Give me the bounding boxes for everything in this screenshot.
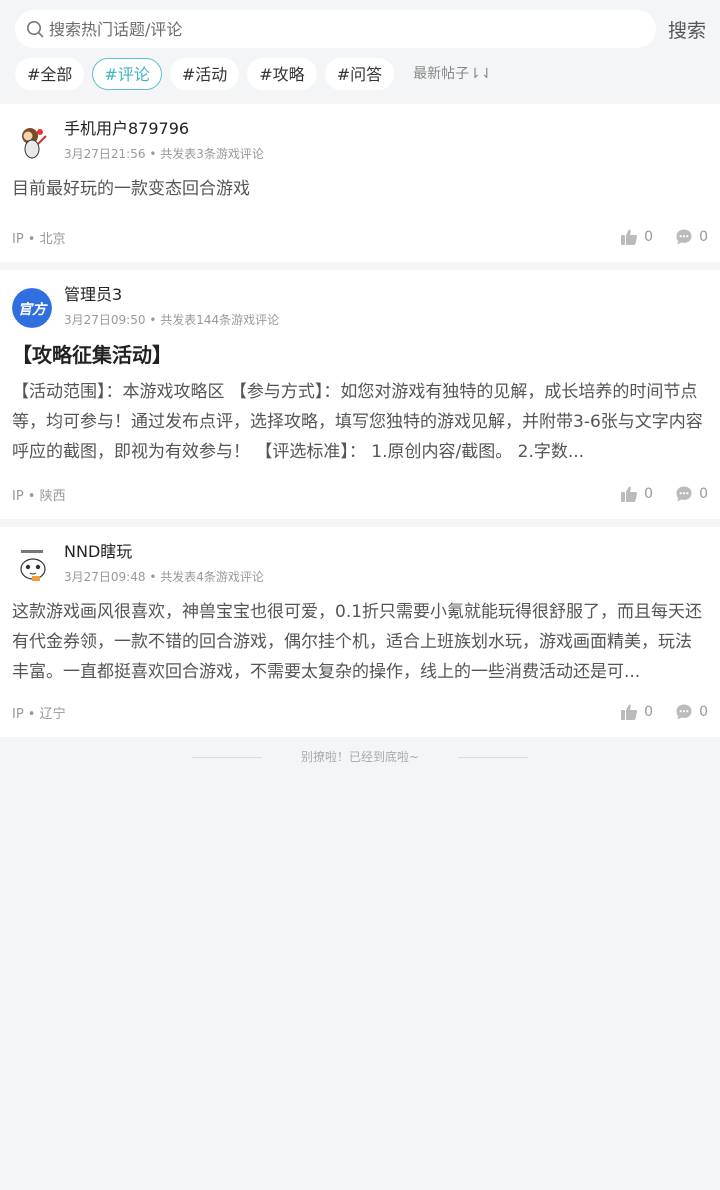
post-count: 共发表3条游戏评论 [160, 147, 264, 161]
like-count: 0 [644, 486, 654, 502]
comment-bubble-icon [676, 229, 692, 245]
comment-count: 0 [699, 704, 708, 720]
comment-button[interactable]: 0 [675, 485, 708, 503]
tag-qa[interactable]: #问答 [324, 58, 395, 90]
tag-filter-bar: #全部 #评论 #活动 #攻略 #问答 最新帖子⇂⇃ [15, 58, 493, 90]
search-bar[interactable] [15, 10, 656, 48]
post-time: 3月27日09:48 [64, 570, 146, 584]
avatar[interactable] [12, 122, 52, 162]
end-note-text: 别撩啦！已经到底啦~ [300, 750, 420, 764]
username[interactable]: NND瞎玩 [64, 541, 264, 563]
username[interactable]: 管理员3 [64, 284, 279, 306]
comment-count: 0 [699, 486, 708, 502]
tag-comments[interactable]: #评论 [92, 58, 162, 90]
post-text[interactable]: 【活动范围】：本游戏攻略区 【参与方式】：如您对游戏有独特的见解，成长培养的时间… [12, 377, 708, 467]
sort-latest-toggle[interactable]: 最新帖子⇂⇃ [413, 58, 492, 90]
end-of-list-note: 别撩啦！已经到底啦~ [0, 737, 720, 777]
post-time: 3月27日21:56 [64, 147, 146, 161]
comment-count: 0 [699, 229, 708, 245]
search-input[interactable] [49, 14, 609, 44]
post-card[interactable]: 手机用户879796 3月27日21:56 • 共发表3条游戏评论 目前最好玩的… [0, 104, 720, 262]
post-title[interactable]: 【攻略征集活动】 [12, 340, 708, 370]
comment-button[interactable]: 0 [675, 703, 708, 721]
like-count: 0 [644, 704, 654, 720]
tag-all[interactable]: #全部 [15, 58, 85, 90]
avatar[interactable] [12, 545, 52, 585]
comment-bubble-icon [676, 704, 692, 720]
thumbs-up-icon [621, 486, 638, 502]
like-button[interactable]: 0 [620, 228, 653, 246]
ip-location: IP • 辽宁 [12, 706, 66, 722]
like-button[interactable]: 0 [620, 703, 653, 721]
avatar-official[interactable]: 官方 [12, 288, 52, 328]
post-text[interactable]: 目前最好玩的一款变态回合游戏 [12, 174, 708, 204]
post-time: 3月27日09:50 [64, 313, 146, 327]
tag-activities[interactable]: #活动 [169, 58, 240, 90]
ip-location: IP • 陕西 [12, 488, 66, 504]
post-meta: 3月27日09:48 • 共发表4条游戏评论 [64, 570, 264, 584]
post-meta: 3月27日09:50 • 共发表144条游戏评论 [64, 313, 280, 327]
search-icon [27, 21, 44, 38]
username[interactable]: 手机用户879796 [64, 118, 264, 140]
post-text[interactable]: 这款游戏画风很喜欢，神兽宝宝也很可爱，0.1折只需要小氪就能玩得很舒服了，而且每… [12, 597, 708, 687]
header-area: 搜索 #全部 #评论 #活动 #攻略 #问答 最新帖子⇂⇃ [0, 0, 720, 104]
ip-location: IP • 北京 [12, 231, 66, 247]
thumbs-up-icon [621, 704, 638, 720]
comment-button[interactable]: 0 [675, 228, 708, 246]
post-count: 共发表144条游戏评论 [160, 313, 280, 327]
search-button[interactable]: 搜索 [668, 16, 706, 43]
post-count: 共发表4条游戏评论 [160, 570, 264, 584]
official-badge-text: 官方 [18, 301, 48, 318]
comment-bubble-icon [676, 486, 692, 502]
like-button[interactable]: 0 [620, 485, 653, 503]
post-card[interactable]: NND瞎玩 3月27日09:48 • 共发表4条游戏评论 这款游戏画风很喜欢，神… [0, 527, 720, 737]
post-card[interactable]: 官方 管理员3 3月27日09:50 • 共发表144条游戏评论 【攻略征集活动… [0, 270, 720, 519]
thumbs-up-icon [621, 229, 638, 245]
like-count: 0 [644, 229, 654, 245]
divider-right [458, 757, 528, 758]
divider-left [192, 757, 262, 758]
post-meta: 3月27日21:56 • 共发表3条游戏评论 [64, 147, 264, 161]
tag-guides[interactable]: #攻略 [247, 58, 317, 90]
